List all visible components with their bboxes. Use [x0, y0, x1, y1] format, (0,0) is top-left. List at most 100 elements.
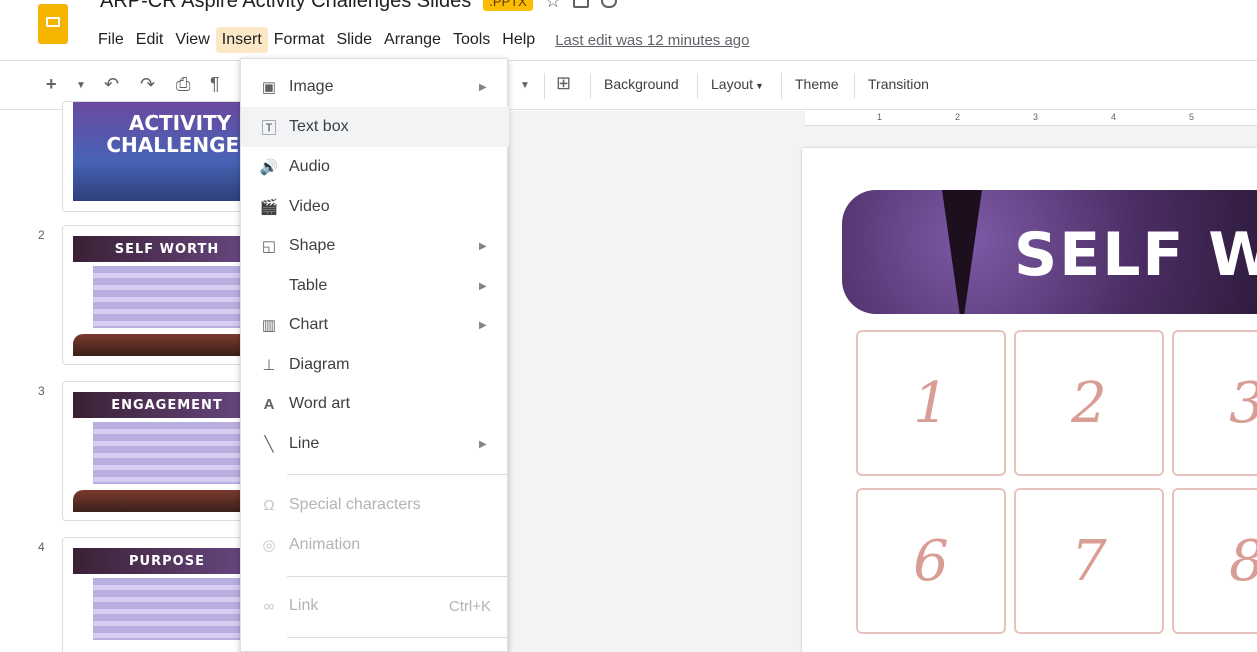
- menu-bar: File Edit View Insert Format Slide Arran…: [92, 26, 750, 54]
- thumbnail-title: PURPOSE: [73, 548, 261, 574]
- menu-help[interactable]: Help: [496, 27, 541, 53]
- menu-edit[interactable]: Edit: [130, 27, 170, 53]
- menu-slide[interactable]: Slide: [330, 27, 378, 53]
- thumbnail-title: ENGAGEMENT: [73, 392, 261, 418]
- menu-item-diagram[interactable]: ⊥ Diagram: [241, 345, 509, 385]
- menu-item-label: Special characters: [289, 496, 421, 513]
- chart-icon: ▥: [261, 317, 277, 334]
- ruler-mark: 2: [955, 112, 961, 122]
- video-icon: 🎬: [259, 199, 279, 216]
- submenu-arrow-icon: ▶: [479, 280, 487, 292]
- slide-thumbnail-4[interactable]: PURPOSE: [62, 537, 262, 652]
- diagram-icon: ⊥: [262, 357, 276, 374]
- move-folder-icon[interactable]: [572, 0, 589, 8]
- menu-insert[interactable]: Insert: [215, 27, 268, 53]
- menu-item-label: Chart: [289, 316, 329, 333]
- layout-button[interactable]: Layout ▼: [711, 76, 764, 92]
- menu-view[interactable]: View: [169, 27, 215, 53]
- ruler-mark: 3: [1033, 112, 1039, 122]
- menu-item-label: Line: [289, 435, 320, 452]
- print-icon[interactable]: ⎙: [176, 74, 190, 95]
- slide-filmstrip[interactable]: ACTIVITY CHALLENGES 2 SELF WORTH 3 ENGAG…: [0, 101, 262, 652]
- insert-menu-dropdown: ▣ Image ▶ 🅃 Text box 🔊 Audio 🎬 Video ◱ S…: [240, 58, 509, 652]
- slide-thumbnail-2[interactable]: SELF WORTH: [62, 225, 262, 365]
- menu-item-label: Word art: [289, 395, 351, 412]
- submenu-arrow-icon: ▶: [479, 438, 487, 450]
- menu-item-label: Link: [289, 597, 319, 614]
- slide-thumbnail-3[interactable]: ENGAGEMENT: [62, 381, 262, 521]
- menu-item-audio[interactable]: 🔊 Audio: [241, 147, 509, 187]
- slide-number: 3: [38, 384, 45, 398]
- ruler-mark: 5: [1189, 112, 1195, 122]
- number-card[interactable]: 6: [856, 488, 1006, 634]
- card-number: 7: [1071, 528, 1107, 594]
- menu-item-image[interactable]: ▣ Image ▶: [241, 67, 509, 107]
- menu-item-animation: ◎ Animation: [241, 525, 509, 565]
- menu-item-shape[interactable]: ◱ Shape ▶: [241, 226, 509, 266]
- star-icon[interactable]: ☆: [545, 0, 561, 12]
- menu-item-word-art[interactable]: A Word art: [241, 384, 509, 424]
- document-title[interactable]: ARP-CR Aspire Activity Challenges Slides: [100, 0, 471, 13]
- slides-logo-icon[interactable]: [38, 4, 68, 44]
- animation-icon: ◎: [262, 537, 276, 554]
- slide-canvas[interactable]: SELF W 1 2 3 6 7 8: [802, 148, 1257, 652]
- image-icon: ▣: [261, 79, 277, 96]
- menu-item-label: Shape: [289, 237, 336, 254]
- menu-item-special-characters: Ω Special characters: [241, 485, 509, 525]
- menu-item-link: ∞ Link Ctrl+K: [241, 586, 509, 626]
- horizontal-ruler[interactable]: 1 2 3 4 5: [805, 111, 1257, 126]
- omega-icon: Ω: [263, 496, 275, 514]
- slide-thumbnail-1[interactable]: ACTIVITY CHALLENGES: [62, 101, 262, 212]
- menu-item-label: Animation: [289, 536, 361, 553]
- layout-label: Layout: [711, 76, 754, 92]
- new-slide-icon[interactable]: +: [46, 74, 57, 95]
- menu-item-label: Audio: [289, 158, 330, 175]
- number-card[interactable]: 7: [1014, 488, 1164, 634]
- menu-item-table[interactable]: Table ▶: [241, 266, 509, 306]
- menu-item-label: Image: [289, 78, 334, 95]
- new-slide-dropdown-icon[interactable]: ▼: [76, 80, 86, 91]
- menu-arrange[interactable]: Arrange: [378, 27, 447, 53]
- ruler-mark: 4: [1111, 112, 1117, 122]
- slide-title[interactable]: SELF W: [1014, 220, 1257, 290]
- theme-button[interactable]: Theme: [795, 76, 839, 92]
- shortcut-label: Ctrl+K: [448, 597, 491, 615]
- submenu-arrow-icon: ▶: [479, 81, 487, 93]
- slides-app: ARP-CR Aspire Activity Challenges Slides…: [0, 0, 1257, 652]
- menu-item-label: Text box: [289, 118, 349, 135]
- undo-icon[interactable]: ↶: [104, 74, 119, 95]
- cloud-status-icon[interactable]: [600, 0, 617, 8]
- last-edit-link[interactable]: Last edit was 12 minutes ago: [555, 32, 749, 49]
- insert-comment-icon[interactable]: ⊞: [556, 73, 571, 94]
- menu-item-label: Diagram: [289, 356, 350, 373]
- zoom-dropdown-icon[interactable]: ▼: [520, 80, 530, 91]
- slide-number: 4: [38, 540, 45, 554]
- ruler-mark: 1: [877, 112, 883, 122]
- number-card[interactable]: 8: [1172, 488, 1257, 634]
- slide-title-banner[interactable]: SELF W: [842, 190, 1257, 314]
- menu-item-video[interactable]: 🎬 Video: [241, 187, 509, 227]
- shape-icon: ◱: [261, 238, 277, 255]
- file-type-badge: .PPTX: [483, 0, 533, 11]
- card-number: 2: [1071, 370, 1107, 436]
- number-card[interactable]: 1: [856, 330, 1006, 476]
- thumbnail-title: SELF WORTH: [73, 236, 261, 262]
- number-card[interactable]: 2: [1014, 330, 1164, 476]
- menu-item-text-box[interactable]: 🅃 Text box: [241, 107, 509, 147]
- menu-tools[interactable]: Tools: [447, 27, 496, 53]
- card-number: 6: [913, 528, 949, 594]
- menu-item-line[interactable]: ╲ Line ▶: [241, 424, 509, 464]
- menu-file[interactable]: File: [92, 27, 130, 53]
- word-art-icon: A: [263, 395, 275, 413]
- menu-item-chart[interactable]: ▥ Chart ▶: [241, 305, 509, 345]
- line-icon: ╲: [264, 436, 274, 453]
- transition-button[interactable]: Transition: [868, 76, 929, 92]
- menu-format[interactable]: Format: [268, 27, 331, 53]
- menu-separator: [287, 576, 509, 577]
- redo-icon[interactable]: ↷: [140, 74, 155, 95]
- background-button[interactable]: Background: [604, 76, 679, 92]
- number-card[interactable]: 3: [1172, 330, 1257, 476]
- slide-number: 2: [38, 228, 45, 242]
- paint-format-icon[interactable]: ¶: [210, 74, 220, 95]
- thumbnail-title: ACTIVITY CHALLENGES: [106, 111, 254, 157]
